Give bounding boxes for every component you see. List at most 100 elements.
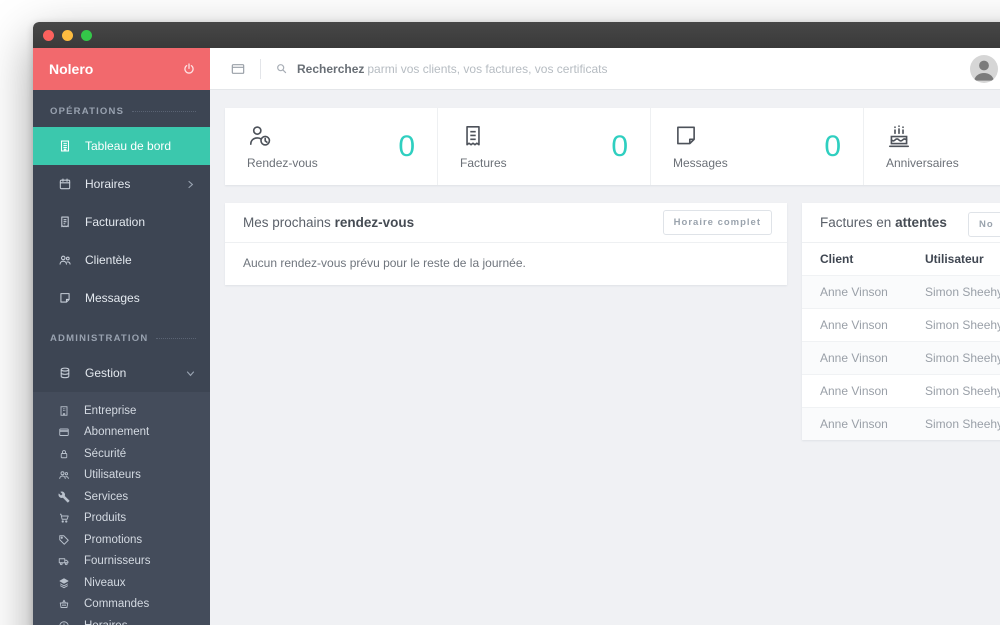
sidebar-item-label: Messages [85, 291, 140, 305]
window-icon[interactable] [230, 61, 246, 77]
stat-label: Factures [460, 156, 507, 170]
table-row[interactable]: Anne Vinson Simon Sheehy [802, 341, 1000, 375]
user-avatar[interactable] [970, 55, 998, 83]
receipt-icon [460, 123, 486, 149]
cell-client: Anne Vinson [802, 308, 925, 342]
full-schedule-button[interactable]: Horaire complet [662, 210, 772, 235]
cell-client: Anne Vinson [802, 374, 925, 408]
new-invoice-button[interactable]: No [968, 212, 1000, 237]
sidebar-item-clientele[interactable]: Clientèle [33, 241, 210, 279]
submenu-item-label: Fournisseurs [84, 555, 151, 568]
submenu-item-commandes[interactable]: Commandes [33, 594, 210, 616]
submenu-item-horaires[interactable]: Horaires [33, 615, 210, 625]
submenu-item-niveaux[interactable]: Niveaux [33, 572, 210, 594]
pending-invoices-table: Client Utilisateur Anne Vinson Simon She… [802, 243, 1000, 440]
cart-icon [58, 512, 70, 524]
chevron-right-icon [186, 180, 195, 189]
brand-header: Nolero [33, 48, 210, 90]
people-icon [58, 469, 70, 481]
table-row[interactable]: Anne Vinson Simon Sheehy [802, 374, 1000, 408]
basket-icon [58, 598, 70, 610]
stat-label: Rendez-vous [247, 156, 318, 170]
building-icon [58, 139, 72, 153]
cell-user: Simon Sheehy [925, 374, 1000, 408]
search-input[interactable]: Recherchez parmi vos clients, vos facture… [275, 62, 607, 76]
dashboard-content: Rendez-vous 0 Factures 0 Messages 0 Anni… [210, 90, 1000, 625]
submenu-item-utilisateurs[interactable]: Utilisateurs [33, 465, 210, 487]
sidebar-item-messages[interactable]: Messages [33, 279, 210, 317]
submenu-item-label: Sécurité [84, 447, 127, 460]
stats-bar: Rendez-vous 0 Factures 0 Messages 0 Anni… [225, 108, 1000, 185]
section-label-administration: ADMINISTRATION [33, 317, 210, 354]
tools-icon [58, 491, 70, 503]
table-row[interactable]: Anne Vinson Simon Sheehy [802, 407, 1000, 440]
stat-value: 0 [611, 129, 628, 163]
appointments-panel-title: Mes prochains rendez-vous [243, 215, 415, 230]
close-button[interactable] [43, 29, 54, 41]
submenu-item-securite[interactable]: Sécurité [33, 443, 210, 465]
submenu-item-label: Utilisateurs [84, 469, 141, 482]
truck-icon [58, 555, 70, 567]
stat-card-rendez-vous[interactable]: Rendez-vous 0 [225, 108, 438, 185]
chevron-down-icon [186, 369, 195, 378]
sidebar-item-gestion[interactable]: Gestion [33, 354, 210, 392]
receipt-icon [58, 215, 72, 229]
sidebar: Nolero OPÉRATIONS Tableau de bord Horair… [33, 48, 210, 625]
search-placeholder: Recherchez parmi vos clients, vos facture… [297, 61, 608, 76]
lock-icon [58, 448, 70, 460]
dotted-divider [132, 110, 196, 112]
credit-card-icon [58, 426, 70, 438]
clock-icon [58, 620, 70, 625]
desktop: Nolero OPÉRATIONS Tableau de bord Horair… [0, 0, 1000, 625]
app-window: Nolero OPÉRATIONS Tableau de bord Horair… [33, 22, 1000, 625]
stat-card-messages[interactable]: Messages 0 [651, 108, 864, 185]
appointments-empty-message: Aucun rendez-vous prévu pour le reste de… [243, 256, 526, 270]
submenu-item-label: Horaires [84, 620, 127, 625]
zoom-button[interactable] [81, 29, 92, 41]
brand-name: Nolero [49, 61, 94, 77]
submenu-item-promotions[interactable]: Promotions [33, 529, 210, 551]
sidebar-item-horaires[interactable]: Horaires [33, 165, 210, 203]
table-row[interactable]: Anne Vinson Simon Sheehy [802, 275, 1000, 309]
submenu-item-produits[interactable]: Produits [33, 508, 210, 530]
sidebar-item-label: Gestion [85, 366, 127, 380]
section-label-operations: OPÉRATIONS [33, 90, 210, 127]
invoices-panel-title: Factures en attentes [820, 215, 947, 230]
cell-client: Anne Vinson [802, 341, 925, 375]
tag-icon [58, 534, 70, 546]
note-icon [673, 123, 699, 149]
power-icon[interactable] [182, 62, 196, 76]
submenu-item-label: Promotions [84, 533, 143, 546]
cell-user: Simon Sheehy [925, 407, 1000, 440]
stat-value: 0 [824, 129, 841, 163]
submenu-item-label: Abonnement [84, 426, 150, 439]
pending-invoices-panel: Factures en attentes No Client Utilisate… [802, 203, 1000, 440]
submenu-item-abonnement[interactable]: Abonnement [33, 422, 210, 444]
appointments-panel: Mes prochains rendez-vous Horaire comple… [225, 203, 787, 285]
people-icon [58, 253, 72, 267]
cell-user: Simon Sheehy [925, 308, 1000, 342]
submenu-item-fournisseurs[interactable]: Fournisseurs [33, 551, 210, 573]
stat-value: 0 [398, 129, 415, 163]
building-icon [58, 405, 70, 417]
stat-card-factures[interactable]: Factures 0 [438, 108, 651, 185]
dotted-divider [156, 337, 196, 339]
person-clock-icon [247, 123, 273, 149]
stat-label: Anniversaires [886, 156, 959, 170]
stat-label: Messages [673, 156, 728, 170]
table-row[interactable]: Anne Vinson Simon Sheehy [802, 308, 1000, 342]
sidebar-item-label: Facturation [85, 215, 146, 229]
sidebar-item-tableau-de-bord[interactable]: Tableau de bord [33, 127, 210, 165]
cake-icon [886, 123, 912, 149]
submenu-item-services[interactable]: Services [33, 486, 210, 508]
submenu-item-label: Produits [84, 512, 127, 525]
sidebar-item-facturation[interactable]: Facturation [33, 203, 210, 241]
stat-card-anniversaires[interactable]: Anniversaires [864, 108, 1000, 185]
topbar: Recherchez parmi vos clients, vos facture… [210, 48, 1000, 90]
minimize-button[interactable] [62, 29, 73, 41]
column-header-utilisateur: Utilisateur [925, 252, 984, 266]
column-header-client: Client [820, 252, 854, 266]
sidebar-item-label: Tableau de bord [85, 139, 172, 153]
submenu-item-entreprise[interactable]: Entreprise [33, 400, 210, 422]
sidebar-item-label: Clientèle [85, 253, 132, 267]
